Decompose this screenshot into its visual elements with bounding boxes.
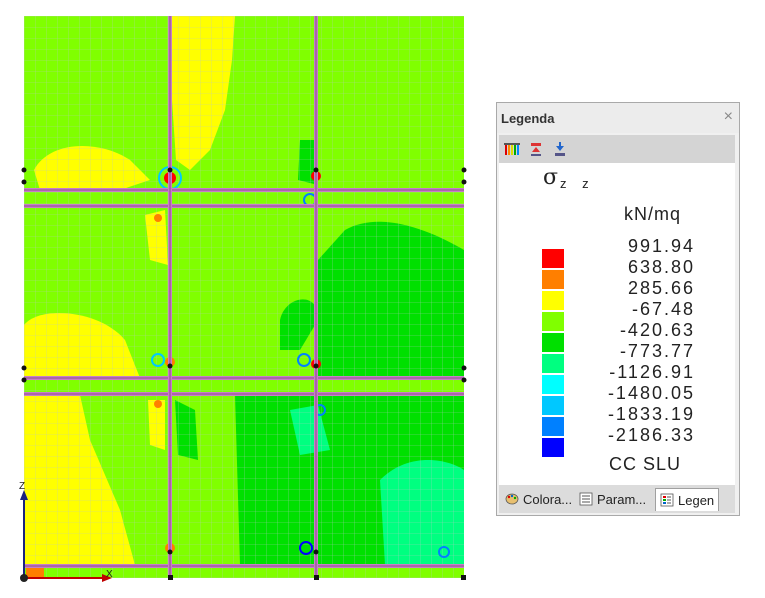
close-icon[interactable]: × — [724, 108, 733, 126]
tab-colora[interactable]: Colora... — [505, 488, 572, 510]
unit-label: kN/mq — [624, 204, 682, 224]
stress-subscript: z z — [560, 176, 595, 191]
legend-panel[interactable]: Legenda × σ z z kN/mq 991.94 638.80 285.… — [496, 102, 740, 516]
legend-value: -67.48 — [631, 299, 695, 319]
legend-toolbar — [499, 135, 735, 164]
legend-value: -1833.19 — [607, 404, 695, 424]
legend-content: σ z z kN/mq 991.94 638.80 285.66 -67.48 … — [499, 163, 735, 485]
legend-values: 991.94 638.80 285.66 -67.48 -420.63 -773… — [581, 236, 695, 446]
legend-swatch — [542, 417, 564, 436]
legend-swatch — [542, 354, 564, 373]
contour-viewport[interactable]: Z X — [0, 0, 480, 598]
legend-titlebar[interactable]: Legenda × — [497, 103, 739, 133]
legend-icon — [660, 493, 674, 507]
legend-swatch — [542, 291, 564, 310]
upload-icon[interactable] — [527, 139, 547, 159]
tab-legenda[interactable]: Legen — [655, 488, 720, 511]
legend-swatch — [542, 312, 564, 331]
tab-label: Legen — [678, 492, 715, 508]
download-icon[interactable] — [551, 139, 571, 159]
legend-value: 991.94 — [627, 236, 695, 256]
legend-value: 285.66 — [627, 278, 695, 298]
legend-swatch — [542, 375, 564, 394]
legend-value: -1480.05 — [607, 383, 695, 403]
legend-swatch — [542, 249, 564, 268]
tab-param[interactable]: Param... — [579, 488, 646, 510]
palette-icon — [505, 492, 519, 506]
legend-title: Legenda — [501, 111, 555, 126]
stress-symbol: σ — [543, 165, 559, 190]
tab-label: Param... — [597, 491, 647, 507]
stress-contour-plot[interactable]: Z X — [0, 0, 480, 598]
parameters-icon — [579, 492, 593, 506]
mesh-grid — [24, 16, 464, 578]
x-axis-label: X — [106, 569, 113, 580]
legend-swatch — [542, 333, 564, 352]
legend-value: -773.77 — [619, 341, 695, 361]
legend-swatch — [542, 270, 564, 289]
legend-swatch — [542, 438, 564, 457]
legend-value: -1126.91 — [609, 362, 695, 382]
tab-label: Colora... — [523, 491, 573, 507]
color-swatches — [542, 249, 564, 459]
load-combination-label: CC SLU — [609, 454, 682, 474]
z-axis-label: Z — [19, 481, 25, 492]
legend-swatch — [542, 396, 564, 415]
legend-value: 638.80 — [627, 257, 695, 277]
color-scale-icon[interactable] — [503, 139, 523, 159]
legend-value: -420.63 — [619, 320, 695, 340]
legend-value: -2186.33 — [607, 425, 695, 445]
legend-tabbar: Colora... Param... Legen — [499, 485, 735, 513]
